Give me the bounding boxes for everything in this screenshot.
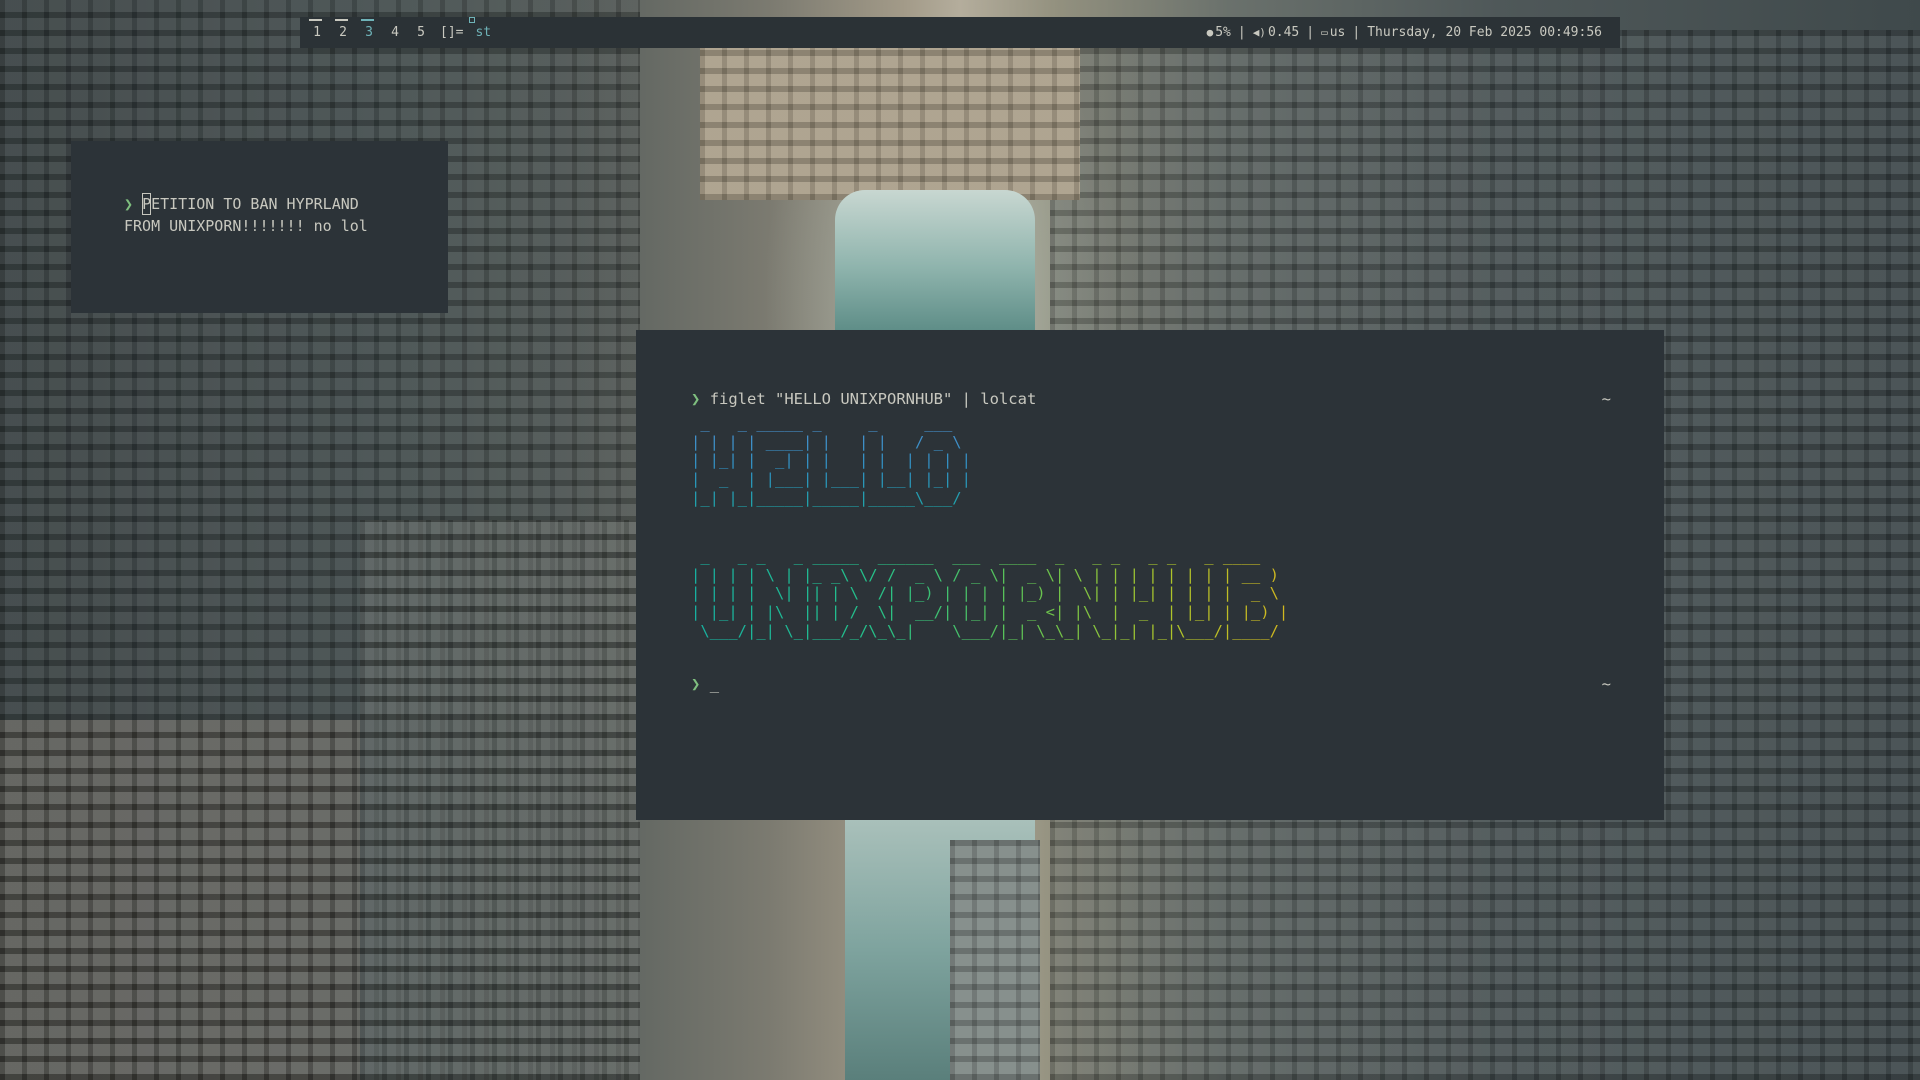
prompt-arrow-icon: ❯ [691, 675, 701, 693]
window-title: st [469, 17, 492, 48]
text-cursor: P [142, 193, 152, 215]
text-cursor: _ [709, 675, 720, 693]
keyboard-layout: us [1329, 25, 1346, 40]
terminal-line-1: ETITION TO BAN HYPRLAND [151, 195, 359, 213]
wallpaper-sky-top [835, 190, 1035, 330]
terminal-line-2: FROM UNIXPORN!!!!!!! no lol [124, 217, 368, 235]
workspace-tag-3[interactable]: 3 [356, 17, 382, 48]
status-blocks: ● 5% | ◀) 0.45 | ▭ us | Thursday, 20 Feb 2025 00:… [1207, 25, 1620, 40]
wallpaper-building-middle-left [360, 520, 640, 1080]
status-separator: | [1237, 25, 1246, 40]
prompt-arrow-icon: ❯ [691, 390, 701, 408]
figlet-output-unixpornhub: _ _ _ _ _____ ______ ___ ____ _ _ _ _ _ … [691, 547, 1289, 640]
status-separator: | [1306, 25, 1315, 40]
cpu-icon: ● [1206, 26, 1214, 39]
command-line: ❯ figlet "HELLO UNIXPORNHUB" | lolcat ~ [691, 389, 1611, 409]
floating-indicator-icon [469, 17, 476, 23]
status-separator: | [1352, 25, 1361, 40]
command-text: figlet "HELLO UNIXPORNHUB" | lolcat [709, 390, 1037, 408]
input-prompt-line[interactable]: ❯ _ ~ [691, 674, 1611, 694]
layout-indicator[interactable]: []= [440, 17, 463, 48]
status-bar: 1 2 3 4 5 []= st ● 5% | ◀) 0.45 | ▭ us | Thursday… [300, 17, 1620, 48]
wallpaper-building-top [700, 40, 1080, 200]
workspace-tags: 1 2 3 4 5 [300, 17, 434, 48]
workspace-tag-4[interactable]: 4 [382, 17, 408, 48]
clock: Thursday, 20 Feb 2025 00:49:56 [1367, 25, 1602, 40]
terminal-text[interactable]: ❯ PETITION TO BAN HYPRLAND FROM UNIXPORN… [124, 193, 368, 237]
cpu-usage: 5% [1215, 25, 1231, 40]
keyboard-icon: ▭ [1321, 26, 1328, 39]
main-terminal-window[interactable]: ❯ figlet "HELLO UNIXPORNHUB" | lolcat ~ _… [636, 330, 1664, 820]
figlet-output-hello: _ _ _____ _ _ ___ | | | | ____| | | | / … [691, 414, 971, 507]
current-directory: ~ [1601, 675, 1611, 693]
window-title-text: st [475, 25, 492, 40]
wallpaper-tower-bottom [950, 840, 1040, 1080]
workspace-tag-5[interactable]: 5 [408, 17, 434, 48]
floating-terminal-window[interactable]: ❯ PETITION TO BAN HYPRLAND FROM UNIXPORN… [71, 141, 448, 313]
current-directory: ~ [1601, 390, 1611, 408]
speaker-icon: ◀) [1252, 26, 1266, 39]
wallpaper-building-lower-left [0, 720, 360, 1080]
prompt-arrow-icon: ❯ [124, 195, 134, 213]
workspace-tag-1[interactable]: 1 [304, 17, 330, 48]
workspace-tag-2[interactable]: 2 [330, 17, 356, 48]
volume-level: 0.45 [1267, 25, 1300, 40]
